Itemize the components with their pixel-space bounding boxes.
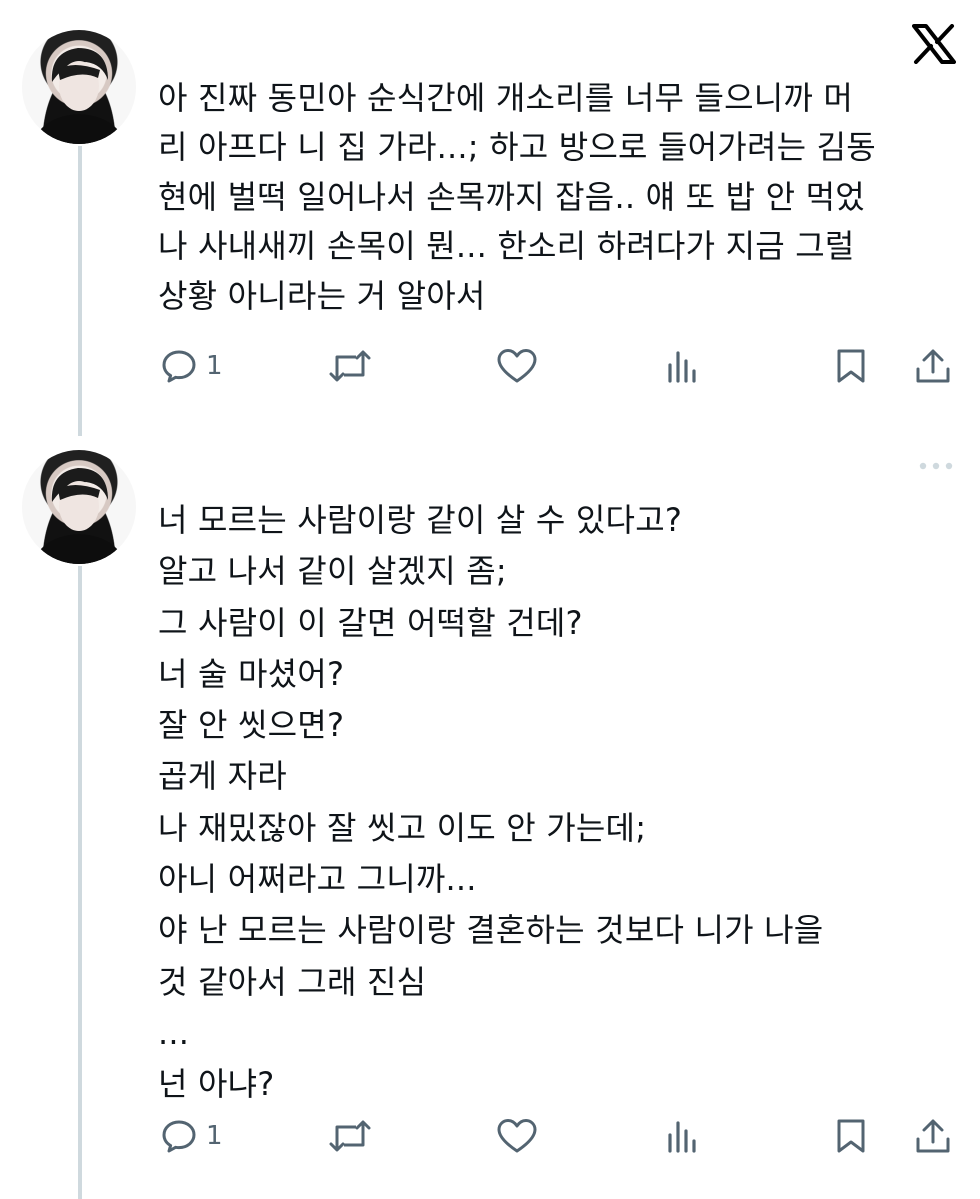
views-icon bbox=[668, 351, 696, 383]
tweet-actions: 1 bbox=[0, 1116, 980, 1156]
share-icon bbox=[916, 349, 950, 383]
heart-icon bbox=[497, 1119, 537, 1153]
repost-icon bbox=[329, 1120, 371, 1152]
share-icon bbox=[916, 1119, 950, 1153]
like-button[interactable] bbox=[496, 346, 538, 386]
like-button[interactable] bbox=[496, 1116, 538, 1156]
reply-count: 1 bbox=[206, 351, 223, 381]
bookmark-icon bbox=[837, 1119, 865, 1153]
reply-button[interactable]: 1 bbox=[160, 1116, 223, 1156]
reply-icon bbox=[162, 350, 196, 383]
reply-button[interactable]: 1 bbox=[160, 346, 223, 386]
share-button[interactable] bbox=[914, 346, 952, 386]
views-button[interactable] bbox=[666, 1116, 700, 1156]
share-button[interactable] bbox=[914, 1116, 952, 1156]
heart-icon bbox=[497, 349, 537, 383]
reply-count: 1 bbox=[206, 1121, 223, 1151]
tweet-text: 아 진짜 동민아 순식간에 개소리를 너무 들으니까 머 리 아프다 니 집 가… bbox=[158, 79, 876, 315]
bookmark-icon bbox=[837, 349, 865, 383]
avatar[interactable] bbox=[22, 450, 136, 564]
repost-icon bbox=[329, 350, 371, 382]
tweet-actions: 1 bbox=[0, 346, 980, 386]
tweet[interactable]: 아 진짜 동민아 순식간에 개소리를 너무 들으니까 머 리 아프다 니 집 가… bbox=[0, 0, 980, 420]
repost-button[interactable] bbox=[328, 1116, 372, 1156]
bookmark-button[interactable] bbox=[834, 1116, 868, 1156]
reply-icon bbox=[162, 1120, 196, 1153]
avatar[interactable] bbox=[22, 30, 136, 144]
views-button[interactable] bbox=[666, 346, 700, 386]
bookmark-button[interactable] bbox=[834, 346, 868, 386]
tweet-text: 너 모르는 사람이랑 같이 살 수 있다고? 알고 나서 같이 살겠지 좀; 그… bbox=[158, 501, 824, 1104]
views-icon bbox=[668, 1121, 696, 1153]
tweet[interactable]: 너 모르는 사람이랑 같이 살 수 있다고? 알고 나서 같이 살겠지 좀; 그… bbox=[0, 440, 980, 1199]
repost-button[interactable] bbox=[328, 346, 372, 386]
